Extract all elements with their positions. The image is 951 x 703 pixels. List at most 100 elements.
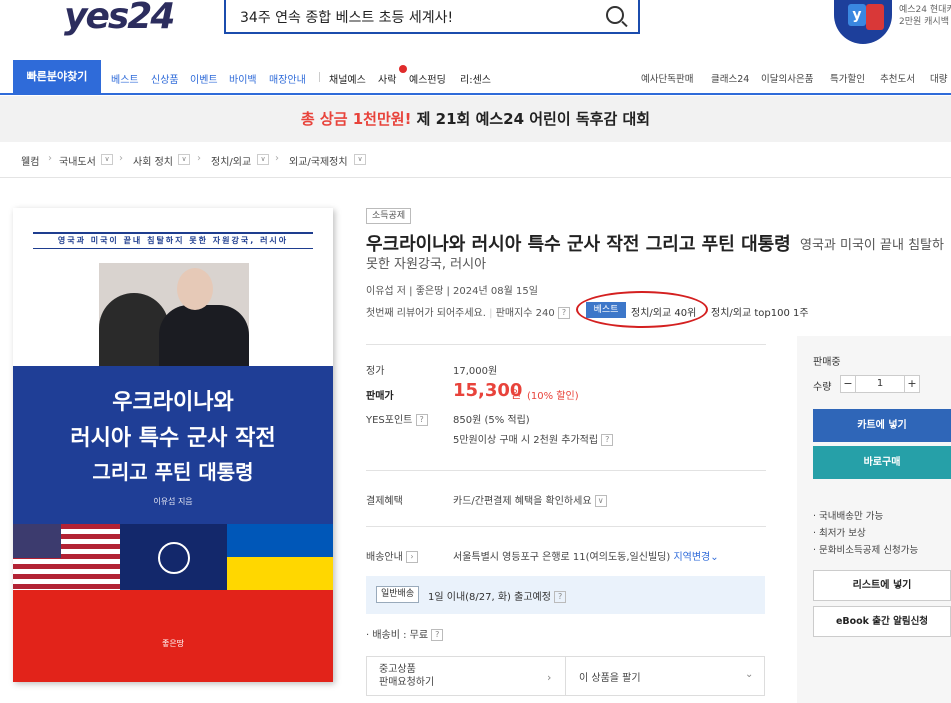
breadcrumb-separator: ›: [119, 153, 123, 164]
side-note-lowest-price: · 최저가 보상: [813, 528, 866, 539]
shipping-eta: 1일 이내(8/27, 화) 출고예정 ?: [428, 588, 567, 603]
change-region-link[interactable]: 지역변경: [673, 552, 710, 563]
breadcrumb-international[interactable]: 외교/국제정치: [289, 153, 348, 168]
quantity-decrease-button[interactable]: −: [840, 375, 856, 393]
cover-red-band: [13, 590, 333, 682]
used-sell-request-button[interactable]: 중고상품 판매요청하기: [379, 663, 434, 689]
nav-right-recommend[interactable]: 추천도서: [880, 71, 915, 85]
shipping-eta-box: 일반배송 1일 이내(8/27, 화) 출고예정 ?: [366, 576, 765, 614]
payment-benefit-dropdown[interactable]: 카드/간편결제 혜택을 확인하세요 ∨: [453, 492, 607, 507]
category-badge: 소득공제: [366, 208, 412, 224]
nav-link-event[interactable]: 이벤트: [190, 71, 218, 86]
sales-index: 판매지수 240: [495, 308, 555, 319]
nav-right-gift[interactable]: 이달의사은품: [761, 71, 813, 85]
cover-title-line-3: 그리고 푸틴 대통령: [92, 460, 254, 484]
nav-right-bulk[interactable]: 대량: [930, 71, 947, 85]
nav-link-yes-funding[interactable]: 예스펀딩: [409, 71, 446, 86]
new-badge-icon: [399, 65, 407, 73]
breadcrumb: 웰컴 › 국내도서 ∨ › 사회 정치 ∨ › 정치/외교 ∨ › 외교/국제정…: [0, 142, 951, 178]
add-to-list-button[interactable]: 리스트에 넣기: [813, 570, 951, 601]
book-cover[interactable]: 영국과 미국이 끝내 침탈하지 못한 자원강국, 러시아 우크라이나와 러시아 …: [13, 208, 333, 682]
sell-this-item-dropdown[interactable]: 이 상품을 팔기: [579, 669, 641, 684]
search-input[interactable]: 34주 연속 종합 베스트 초등 세계사!: [224, 0, 640, 34]
chevron-down-icon[interactable]: ⌄: [745, 669, 753, 680]
shipping-label-text: 배송안내: [366, 552, 403, 563]
chevron-down-icon[interactable]: ∨: [354, 154, 366, 165]
quantity-input[interactable]: 1: [856, 375, 904, 393]
help-icon[interactable]: ?: [557, 307, 570, 319]
nav-right-sale[interactable]: 특가할인: [830, 71, 865, 85]
discount-rate: (10% 할인): [527, 391, 579, 402]
review-prompt-link[interactable]: 첫번째 리뷰어가 되어주세요.: [366, 308, 486, 319]
shipping-fee: · 배송비 : 무료 ?: [366, 626, 444, 641]
nav-link-channel-yes[interactable]: 채널예스: [329, 71, 366, 86]
payment-benefit-text: 카드/간편결제 혜택을 확인하세요: [453, 496, 592, 507]
breadcrumb-society[interactable]: 사회 정치: [133, 153, 173, 168]
ukraine-flag-icon: [227, 524, 333, 590]
sale-price-unit: 원: [511, 388, 522, 401]
search-icon[interactable]: [606, 6, 624, 24]
help-icon[interactable]: ?: [554, 591, 567, 603]
nav-link-license[interactable]: 리:센스: [460, 71, 491, 86]
side-note-domestic: · 국내배송만 가능: [813, 511, 884, 522]
list-price: 17,000원: [453, 366, 498, 377]
review-sales-row: 첫번째 리뷰어가 되어주세요. | 판매지수 240 ?: [366, 304, 570, 319]
breadcrumb-politics[interactable]: 정치/외교: [211, 153, 251, 168]
divider: [366, 344, 766, 345]
author-publisher-date[interactable]: 이유섭 저 | 좋은땅 | 2024년 08월 15일: [366, 282, 538, 297]
card-promo-badge[interactable]: y: [834, 0, 892, 44]
promo-line-2: 2만원 캐시백: [899, 17, 949, 27]
quantity-increase-button[interactable]: +: [904, 375, 920, 393]
side-note-culture-deduction: · 문화비소득공제 신청가능: [813, 545, 919, 556]
purchase-panel: 판매중 수량 − 1 + 카트에 넣기 바로구매 · 국내배송만 가능 · 최저…: [797, 336, 951, 703]
nav-link-best[interactable]: 베스트: [111, 71, 139, 86]
chevron-down-icon[interactable]: ∨: [178, 154, 190, 165]
chevron-down-icon[interactable]: ∨: [594, 495, 607, 507]
card-promo-text[interactable]: 예스24 현대카 2만원 캐시백: [899, 4, 951, 28]
help-icon[interactable]: ?: [415, 414, 428, 426]
nav-right-exclusive[interactable]: 예사단독판매: [641, 71, 693, 85]
ebook-alert-button[interactable]: eBook 출간 알림신청: [813, 606, 951, 637]
category-finder-button[interactable]: 빠른분야찾기: [13, 60, 101, 93]
chevron-down-icon[interactable]: ⌄: [710, 552, 718, 563]
breadcrumb-home[interactable]: 웰컴: [21, 153, 39, 168]
nav-right-class24[interactable]: 클래스24: [711, 71, 749, 85]
main-nav: 빠른분야찾기 베스트 신상품 이벤트 바이백 매장안내 채널예스 사락 예스펀딩…: [0, 60, 951, 95]
nato-flag-icon: [120, 524, 227, 590]
chevron-right-icon[interactable]: ›: [547, 671, 551, 684]
chevron-right-icon[interactable]: ›: [406, 551, 418, 563]
add-to-cart-button[interactable]: 카트에 넣기: [813, 409, 951, 442]
points-label: YES포인트 ?: [366, 411, 428, 426]
nav-link-sarak[interactable]: 사락: [378, 71, 396, 86]
product-subtitle-cont: 못한 자원강국, 러시아: [366, 257, 487, 272]
promo-line-1: 예스24 현대카: [899, 5, 951, 15]
divider: [366, 526, 766, 527]
best-weeks-link[interactable]: 정치/외교 top100 1주: [711, 304, 809, 319]
cover-author: 이유섭 지음: [153, 497, 193, 506]
red-highlight-circle: [576, 291, 708, 328]
address-text: 서울특별시 영등포구 은행로 11(여의도동,일신빌딩): [453, 552, 671, 563]
buy-now-button[interactable]: 바로구매: [813, 446, 951, 479]
chevron-down-icon[interactable]: ∨: [257, 154, 269, 165]
cover-publisher: 좋은땅: [161, 639, 185, 648]
chevron-down-icon[interactable]: ∨: [101, 154, 113, 165]
breadcrumb-separator: ›: [197, 153, 201, 164]
cover-title-line-2: 러시아 특수 군사 작전: [70, 425, 276, 451]
divider: [565, 657, 566, 695]
help-icon[interactable]: ?: [601, 434, 614, 446]
cover-title-line-1: 우크라이나와: [112, 389, 234, 415]
points-extra: 5만원이상 구매 시 2천원 추가적립 ?: [453, 431, 614, 446]
shipping-label[interactable]: 배송안내 ›: [366, 548, 418, 563]
shipping-type-badge: 일반배송: [376, 586, 420, 603]
breadcrumb-domestic-books[interactable]: 국내도서: [59, 153, 96, 168]
banner-text: 제 21회 예스24 어린이 독후감 대회: [411, 110, 651, 128]
yes-card-icon: y: [848, 4, 866, 26]
nav-link-buyback[interactable]: 바이백: [229, 71, 257, 86]
payment-label: 결제혜택: [366, 496, 403, 507]
nav-link-new[interactable]: 신상품: [151, 71, 179, 86]
nav-link-store[interactable]: 매장안내: [269, 71, 306, 86]
search-query-text[interactable]: 34주 연속 종합 베스트 초등 세계사!: [240, 7, 453, 27]
event-banner[interactable]: 총 상금 1천만원! 제 21회 예스24 어린이 독후감 대회: [0, 96, 951, 142]
yes24-logo[interactable]: yes24: [64, 0, 175, 35]
help-icon[interactable]: ?: [431, 629, 444, 641]
